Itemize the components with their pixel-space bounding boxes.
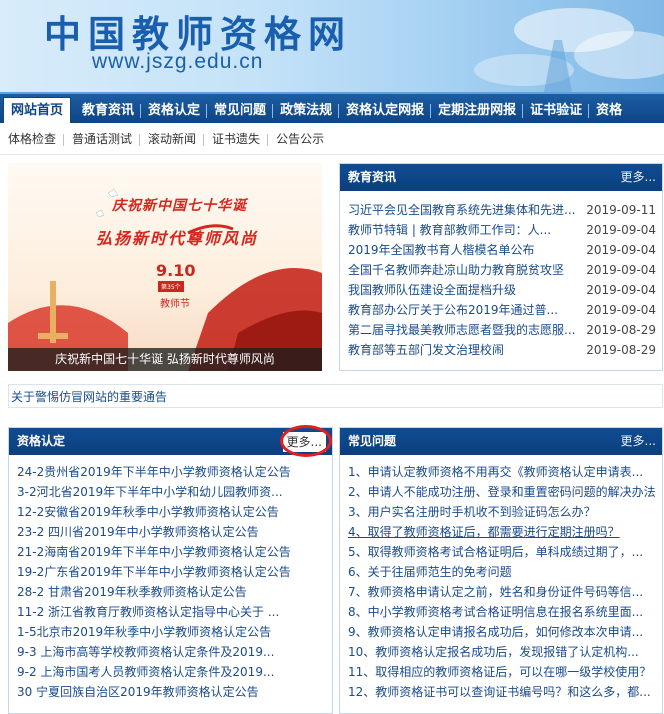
panel-title: 教育资讯	[348, 170, 397, 184]
panel-header: 资格认定 更多...	[9, 428, 332, 455]
list-item[interactable]: 12、教师资格证书可以查询证书编号吗？和这么多，都...	[348, 682, 664, 702]
subnav-certificate-lost[interactable]: 证书遗失	[204, 124, 269, 155]
list-item[interactable]: 1-5北京市2019年秋季中小学教师资格认定公告	[17, 622, 327, 642]
slide-date: 9.10	[156, 261, 196, 280]
list-item[interactable]: 教育部等五部门发文治理校闹 2019-08-29	[348, 340, 662, 360]
list-item[interactable]: 9-2 上海市国考人员教师资格认定条件及2019...	[17, 662, 327, 682]
list-item[interactable]: 2、申请人不能成功注册、登录和重置密码问题的解决办法	[348, 482, 664, 502]
site-banner: 中国教师资格网 www.jszg.edu.cn	[0, 0, 664, 92]
subnav-physical-exam[interactable]: 体格检查	[0, 124, 65, 155]
sub-nav: 体格检查 普通话测试 滚动新闻 证书遗失 公告公示	[0, 124, 664, 155]
certification-list: 24-2贵州省2019年下半年中小学教师资格认定公告 3-2河北省2019年下半…	[9, 455, 332, 702]
subnav-mandarin-test[interactable]: 普通话测试	[64, 124, 141, 155]
list-item[interactable]: 8、中小学教师资格考试合格证明信息在报名系统里面...	[348, 602, 664, 622]
certification-panel: 资格认定 更多... 24-2贵州省2019年下半年中小学教师资格认定公告 3-…	[8, 427, 333, 714]
list-item[interactable]: 10、教师资格认定报名成功后，发现报错了认定机构...	[348, 642, 664, 662]
list-item[interactable]: 21-2海南省2019年下半年中小学教师资格认定公告	[17, 542, 327, 562]
panel-header: 常见问题 更多...	[340, 428, 662, 455]
list-item[interactable]: 23-2 四川省2019年中小学教师资格认定公告	[17, 522, 327, 542]
nav-qualification[interactable]: 资格	[589, 96, 629, 123]
list-item[interactable]: 30 宁夏回族自治区2019年教师资格认定公告	[17, 682, 327, 702]
cloud-decoration	[474, 8, 664, 92]
notice-link[interactable]: 关于警惕仿冒网站的重要通告	[8, 384, 663, 408]
list-item[interactable]: 1、申请认定教师资格不用再交《教师资格认定申请表...	[348, 462, 664, 482]
slide-headline-2: 弘扬新时代尊师风尚	[96, 229, 259, 248]
subnav-announcements[interactable]: 公告公示	[268, 124, 332, 155]
list-item[interactable]: 3-2河北省2019年下半年中小学和幼儿园教师资...	[17, 482, 327, 502]
main-nav: 网站首页 教育资讯 资格认定 常见问题 政策法规 资格认定网报 定期注册网报 证书验证 资格	[0, 92, 664, 123]
list-item[interactable]: 19-2广东省2019年下半年中小学教师资格认定公告	[17, 562, 327, 582]
list-item[interactable]: 我国教师队伍建设全面提档升级 2019-09-04	[348, 280, 662, 300]
nav-policy[interactable]: 政策法规	[273, 96, 340, 123]
featured-slideshow[interactable]: 庆祝新中国七十华诞 弘扬新时代尊师风尚 9.10 第35个 教师节 庆祝新中国七…	[8, 163, 322, 371]
list-item[interactable]: 教师节特辑 | 教育部教师工作司：人... 2019-09-04	[348, 220, 662, 240]
list-item[interactable]: 4、取得了教师资格证后，都需要进行定期注册吗？	[348, 522, 664, 542]
nav-education-news[interactable]: 教育资讯	[75, 96, 142, 123]
faq-panel: 常见问题 更多... 1、申请认定教师资格不用再交《教师资格认定申请表... 2…	[339, 427, 663, 714]
more-link[interactable]: 更多...	[621, 428, 656, 455]
list-item[interactable]: 11、取得相应的教师资格证后，可以在哪一级学校使用？	[348, 662, 664, 682]
panel-title: 常见问题	[348, 434, 397, 448]
nav-home[interactable]: 网站首页	[3, 97, 72, 123]
more-link[interactable]: 更多...	[621, 164, 656, 191]
slide-badge: 第35个	[158, 281, 184, 292]
nav-certificate-verify[interactable]: 证书验证	[523, 96, 590, 123]
panel-header: 教育资讯 更多...	[340, 164, 662, 191]
site-url: www.jszg.edu.cn	[92, 50, 264, 73]
list-item[interactable]: 全国千名教师奔赴凉山助力教育脱贫攻坚 2019-09-04	[348, 260, 662, 280]
list-item[interactable]: 11-2 浙江省教育厅教师资格认定指导中心关于 ...	[17, 602, 327, 622]
subnav-scrolling-news[interactable]: 滚动新闻	[140, 124, 205, 155]
list-item[interactable]: 3、用户实名注册时手机收不到验证码怎么办？	[348, 502, 664, 522]
list-item[interactable]: 5、取得教师资格考试合格证明后，单科成绩过期了，...	[348, 542, 664, 562]
slide-headline-1: 庆祝新中国七十华诞	[112, 198, 247, 214]
nav-certification[interactable]: 资格认定	[141, 96, 208, 123]
list-item[interactable]: 9-3 上海市高等学校教师资格认定条件及2019...	[17, 642, 327, 662]
education-news-panel: 教育资讯 更多... 习近平会见全国教育系统先进集体和先进... 2019-09-…	[339, 163, 663, 371]
news-list: 习近平会见全国教育系统先进集体和先进... 2019-09-11 教师节特辑 | …	[340, 191, 662, 360]
faq-list: 1、申请认定教师资格不用再交《教师资格认定申请表... 2、申请人不能成功注册、…	[340, 455, 662, 702]
nav-registration-online[interactable]: 定期注册网报	[431, 96, 524, 123]
slide-festival: 教师节	[160, 299, 190, 310]
list-item[interactable]: 第二届寻找最美教师志愿者暨我的志愿服... 2019-08-29	[348, 320, 662, 340]
list-item[interactable]: 7、教师资格申请认定之前，姓名和身份证件号码等信...	[348, 582, 664, 602]
list-item[interactable]: 2019年全国教书育人楷模名单公布 2019-09-04	[348, 240, 662, 260]
more-link[interactable]: 更多...	[282, 432, 326, 452]
list-item[interactable]: 9、教师资格认定申请报名成功后，如何修改本次申请...	[348, 622, 664, 642]
list-item[interactable]: 教育部办公厅关于公布2019年通过普... 2019-09-04	[348, 300, 662, 320]
list-item[interactable]: 12-2安徽省2019年秋季中小学教师资格认定公告	[17, 502, 327, 522]
list-item[interactable]: 24-2贵州省2019年下半年中小学教师资格认定公告	[17, 462, 327, 482]
list-item[interactable]: 6、关于往届师范生的免考问题	[348, 562, 664, 582]
panel-title: 资格认定	[17, 434, 66, 448]
nav-faq[interactable]: 常见问题	[207, 96, 274, 123]
list-item[interactable]: 习近平会见全国教育系统先进集体和先进... 2019-09-11	[348, 200, 662, 220]
list-item[interactable]: 28-2 甘肃省2019年秋季教师资格认定公告	[17, 582, 327, 602]
nav-certification-online[interactable]: 资格认定网报	[339, 96, 432, 123]
slide-caption[interactable]: 庆祝新中国七十华诞 弘扬新时代尊师风尚	[8, 348, 322, 371]
